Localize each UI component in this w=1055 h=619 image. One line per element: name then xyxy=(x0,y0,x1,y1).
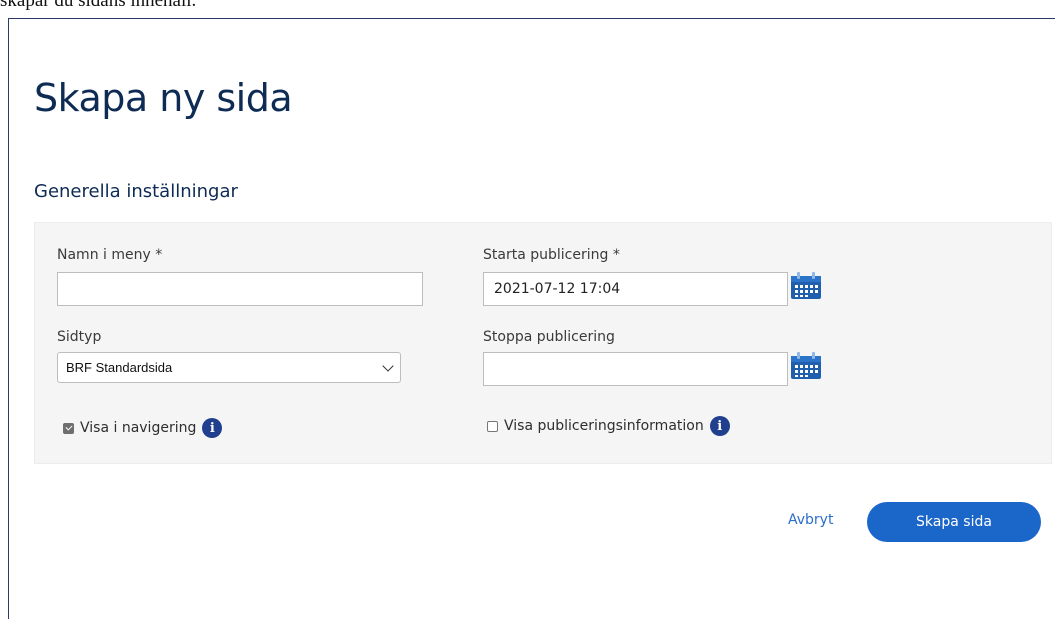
stop-publish-input[interactable] xyxy=(483,352,788,386)
general-settings-box: Namn i meny * Sidtyp BRF Standardsida Vi… xyxy=(34,222,1052,464)
show-publish-info-label: Visa publiceringsinformation xyxy=(504,418,704,434)
create-page-button[interactable]: Skapa sida xyxy=(867,502,1041,542)
calendar-icon[interactable] xyxy=(790,352,822,380)
menu-name-input[interactable] xyxy=(57,272,423,306)
info-icon[interactable]: i xyxy=(202,418,223,438)
page-type-label: Sidtyp xyxy=(57,329,102,345)
menu-name-label: Namn i meny * xyxy=(57,247,163,263)
calendar-icon[interactable] xyxy=(790,272,822,300)
show-publish-info-checkbox[interactable] xyxy=(487,420,498,432)
page-type-selected-value: BRF Standardsida xyxy=(66,360,173,375)
show-in-nav-row: Visa i navigering i xyxy=(63,418,223,438)
start-publish-input[interactable] xyxy=(483,272,788,306)
start-publish-label: Starta publicering * xyxy=(483,247,620,263)
page-title: Skapa ny sida xyxy=(34,76,293,120)
info-icon[interactable]: i xyxy=(709,416,730,436)
cancel-link[interactable]: Avbryt xyxy=(788,512,833,528)
show-publish-info-row: Visa publiceringsinformation i xyxy=(487,416,730,436)
chevron-down-icon xyxy=(382,359,394,372)
section-title-general-settings: Generella inställningar xyxy=(34,181,238,202)
show-in-nav-label: Visa i navigering xyxy=(80,420,197,436)
show-in-nav-checkbox[interactable] xyxy=(63,422,74,434)
stop-publish-label: Stoppa publicering xyxy=(483,329,615,345)
intro-text-snippet: skapar du sidans innehåll. xyxy=(0,0,197,11)
page-type-select[interactable]: BRF Standardsida xyxy=(57,352,401,383)
